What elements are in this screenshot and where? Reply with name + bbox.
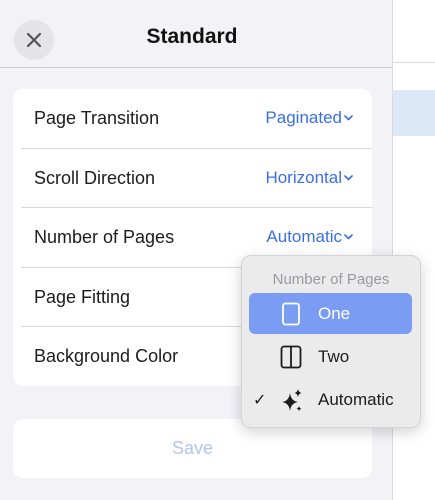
setting-value[interactable]: Horizontal [265, 168, 342, 188]
checkmark-icon: ✓ [253, 392, 267, 409]
chevron-down-icon [344, 234, 353, 240]
setting-row-scroll-direction[interactable]: Scroll Direction Horizontal [13, 149, 372, 208]
sheet-header: Standard [0, 0, 392, 68]
setting-value[interactable]: Automatic [266, 227, 342, 247]
two-pages-icon [280, 345, 302, 369]
background-header-divider [392, 62, 435, 63]
menu-item-two[interactable]: Two [249, 336, 412, 377]
menu-item-automatic[interactable]: ✓ Automatic [249, 379, 412, 420]
menu-item-one[interactable]: One [249, 293, 412, 334]
chevron-down-icon [344, 115, 353, 121]
setting-label: Page Fitting [34, 287, 131, 307]
setting-row-page-transition[interactable]: Page Transition Paginated [13, 89, 372, 148]
chevron-down-icon [344, 175, 353, 181]
setting-label: Number of Pages [34, 227, 175, 247]
menu-item-label: One [318, 304, 351, 323]
setting-label: Page Transition [34, 108, 160, 128]
number-of-pages-menu: Number of Pages One Two ✓ Automatic [241, 255, 421, 428]
setting-value[interactable]: Paginated [265, 108, 342, 128]
single-page-icon [282, 302, 300, 326]
sparkles-icon [282, 389, 302, 412]
setting-label: Background Color [34, 346, 179, 366]
setting-label: Scroll Direction [34, 168, 156, 188]
background-selected-row [393, 90, 435, 136]
sheet-title: Standard [146, 25, 238, 48]
menu-item-label: Automatic [318, 390, 394, 409]
menu-header: Number of Pages [272, 271, 390, 288]
menu-item-label: Two [318, 347, 350, 366]
